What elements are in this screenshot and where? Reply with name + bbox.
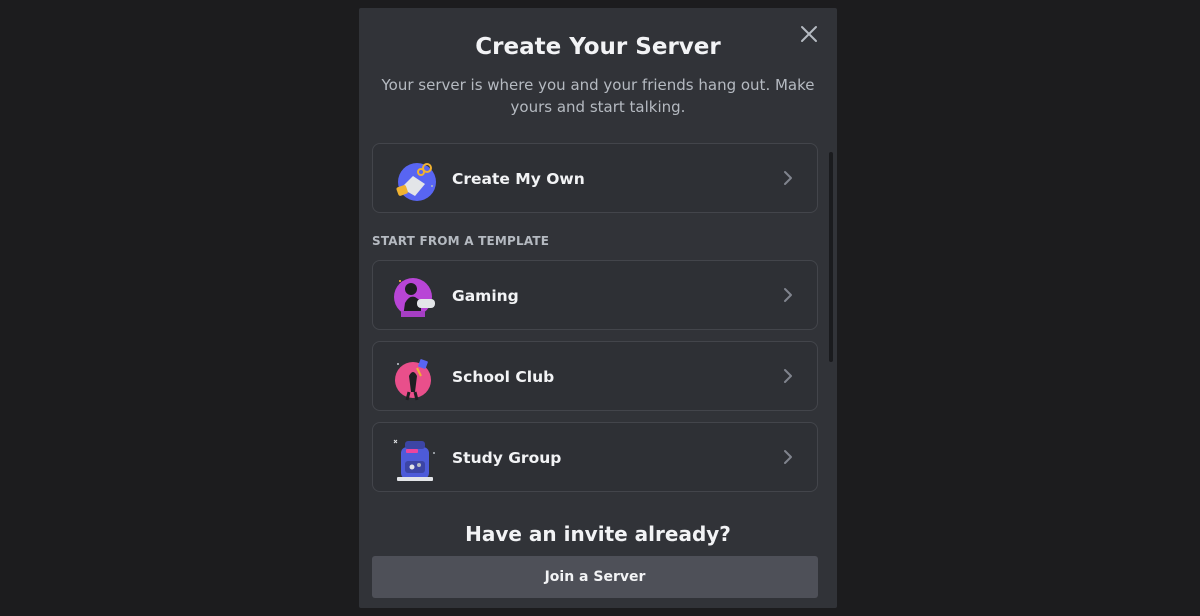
chevron-right-icon — [784, 288, 792, 302]
template-gaming-option[interactable]: Gaming — [372, 260, 818, 330]
study-group-label: Study Group — [452, 449, 562, 467]
chevron-right-icon — [784, 450, 792, 464]
create-server-icon — [396, 163, 436, 201]
create-my-own-option[interactable]: Create My Own — [372, 143, 818, 213]
school-club-label: School Club — [452, 368, 555, 386]
create-my-own-label: Create My Own — [452, 170, 585, 188]
school-club-icon — [395, 359, 431, 401]
join-server-button[interactable]: Join a Server — [372, 556, 818, 598]
chevron-right-icon — [784, 369, 792, 383]
template-study-group-option[interactable]: Study Group — [372, 422, 818, 492]
study-group-icon — [393, 439, 435, 481]
scrollbar[interactable] — [829, 152, 833, 362]
gaming-label: Gaming — [452, 287, 519, 305]
template-school-club-option[interactable]: School Club — [372, 341, 818, 411]
invite-heading: Have an invite already? — [465, 522, 731, 546]
modal-title: Create Your Server — [475, 34, 721, 60]
modal-subtitle: Your server is where you and your friend… — [381, 76, 815, 116]
template-section-header: START FROM A TEMPLATE — [372, 234, 550, 248]
create-server-modal: Create Your Server Your server is where … — [359, 8, 837, 608]
chevron-right-icon — [784, 171, 792, 185]
gaming-icon — [394, 278, 435, 317]
